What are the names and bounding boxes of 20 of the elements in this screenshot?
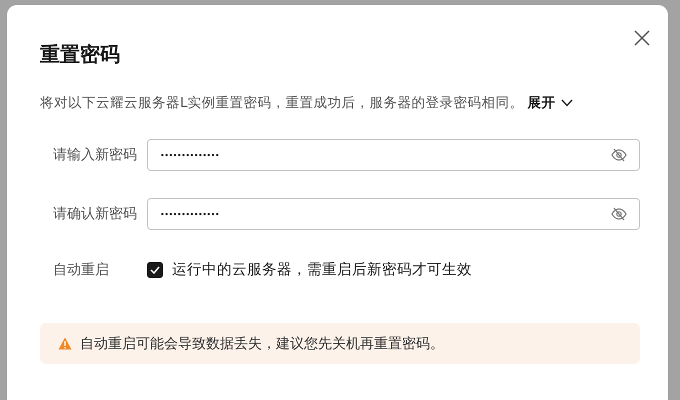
field-label: 请确认新密码 (53, 205, 138, 223)
close-icon (634, 30, 650, 46)
close-button[interactable] (634, 30, 650, 46)
password-value: •••••••••••••• (160, 150, 220, 160)
checkbox-label: 运行中的云服务器，需重启后新密码才可生效 (172, 260, 472, 279)
chevron-down-icon (560, 99, 573, 107)
warning-text: 自动重启可能会导致数据丢失，建议您先关机再重置密码。 (80, 334, 444, 352)
warning-icon (58, 337, 72, 350)
expand-link[interactable]: 展开 (528, 93, 573, 113)
password-value: •••••••••••••• (160, 210, 220, 218)
description-text: 将对以下云耀云服务器L实例重置密码，重置成功后，服务器的登录密码相同。 (40, 94, 524, 113)
password-field[interactable]: •••••••••••••• (147, 139, 640, 171)
field-label: 请输入新密码 (53, 146, 138, 164)
eye-slash-icon[interactable] (611, 207, 627, 221)
checkbox[interactable] (147, 262, 163, 278)
check-icon (150, 266, 160, 274)
password-field[interactable]: •••••••••••••• (147, 198, 640, 230)
eye-slash-icon[interactable] (611, 148, 627, 162)
field-label: 自动重启 (53, 260, 110, 278)
dialog-title: 重置密码 (40, 41, 121, 67)
